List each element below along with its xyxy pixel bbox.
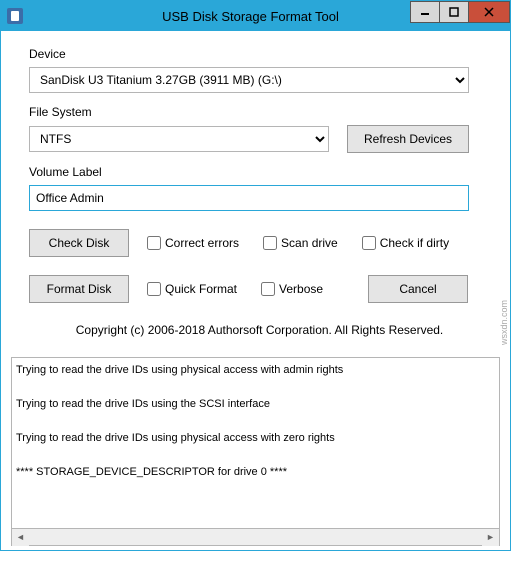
correct-errors-label: Correct errors	[165, 236, 239, 250]
quick-format-checkbox[interactable]: Quick Format	[147, 282, 237, 296]
minimize-icon	[420, 7, 430, 17]
device-label: Device	[29, 47, 490, 61]
check-disk-row: Check Disk Correct errors Scan drive Che…	[29, 229, 490, 257]
copyright-text: Copyright (c) 2006-2018 Authorsoft Corpo…	[29, 323, 490, 337]
scan-drive-checkbox[interactable]: Scan drive	[263, 236, 338, 250]
file-system-label: File System	[29, 105, 490, 119]
close-icon	[484, 7, 494, 17]
log-textbox[interactable]: Trying to read the drive IDs using physi…	[11, 357, 500, 529]
verbose-checkbox[interactable]: Verbose	[261, 282, 323, 296]
quick-format-label: Quick Format	[165, 282, 237, 296]
volume-label-label: Volume Label	[29, 165, 490, 179]
verbose-label: Verbose	[279, 282, 323, 296]
correct-errors-input[interactable]	[147, 236, 161, 250]
maximize-button[interactable]	[439, 1, 469, 23]
format-disk-button[interactable]: Format Disk	[29, 275, 129, 303]
volume-label-input[interactable]	[29, 185, 469, 211]
check-if-dirty-label: Check if dirty	[380, 236, 449, 250]
format-disk-row: Format Disk Quick Format Verbose Cancel	[29, 275, 490, 303]
scan-drive-label: Scan drive	[281, 236, 338, 250]
check-if-dirty-checkbox[interactable]: Check if dirty	[362, 236, 449, 250]
quick-format-input[interactable]	[147, 282, 161, 296]
correct-errors-checkbox[interactable]: Correct errors	[147, 236, 239, 250]
log-line: **** STORAGE_DEVICE_DESCRIPTOR for drive…	[16, 466, 495, 478]
log-line: Trying to read the drive IDs using the S…	[16, 398, 495, 410]
file-system-select[interactable]: NTFS	[29, 126, 329, 152]
refresh-devices-button[interactable]: Refresh Devices	[347, 125, 469, 153]
watermark: wsxdn.com	[499, 300, 509, 345]
window-controls	[411, 1, 510, 23]
maximize-icon	[449, 7, 459, 17]
check-disk-button[interactable]: Check Disk	[29, 229, 129, 257]
device-select[interactable]: SanDisk U3 Titanium 3.27GB (3911 MB) (G:…	[29, 67, 469, 93]
app-window: USB Disk Storage Format Tool Device SanD…	[0, 0, 511, 551]
log-area: Trying to read the drive IDs using physi…	[11, 357, 500, 546]
cancel-button[interactable]: Cancel	[368, 275, 468, 303]
minimize-button[interactable]	[410, 1, 440, 23]
scroll-right-icon[interactable]: ►	[482, 529, 499, 546]
verbose-input[interactable]	[261, 282, 275, 296]
content-area: Device SanDisk U3 Titanium 3.27GB (3911 …	[1, 31, 510, 357]
scroll-left-icon[interactable]: ◄	[12, 529, 29, 546]
log-line: Trying to read the drive IDs using physi…	[16, 364, 495, 376]
log-line: Trying to read the drive IDs using physi…	[16, 432, 495, 444]
scan-drive-input[interactable]	[263, 236, 277, 250]
titlebar[interactable]: USB Disk Storage Format Tool	[1, 1, 510, 31]
check-if-dirty-input[interactable]	[362, 236, 376, 250]
close-button[interactable]	[468, 1, 510, 23]
horizontal-scrollbar[interactable]: ◄ ►	[11, 529, 500, 546]
app-icon	[7, 8, 23, 24]
